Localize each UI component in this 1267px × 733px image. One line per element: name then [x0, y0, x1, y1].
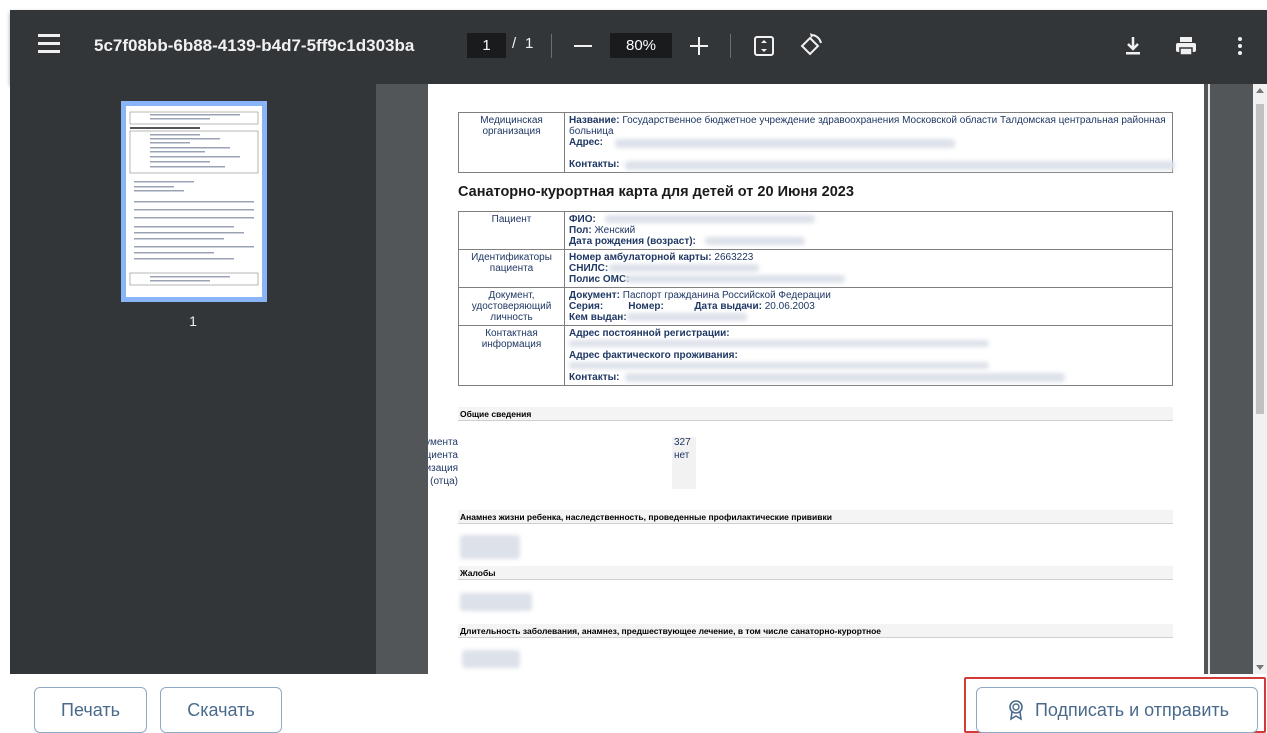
general-info-value: 327	[672, 437, 696, 450]
patient-table: Пациент ФИО: Пол: Женский Дата рождения …	[458, 211, 1173, 386]
redacted	[460, 593, 532, 611]
zoom-input[interactable]: 80%	[610, 33, 672, 58]
amb-card-value: 2663223	[714, 252, 754, 263]
number-key: Номер:	[628, 301, 664, 312]
vertical-scrollbar[interactable]	[1253, 84, 1267, 674]
general-info-label: Образовательная организация	[428, 463, 458, 474]
fact-addr-key: Адрес фактического проживания:	[569, 350, 738, 361]
redacted	[625, 275, 845, 283]
contacts-key: Контакты:	[569, 372, 620, 383]
print-button[interactable]: Печать	[34, 687, 147, 733]
general-info-value	[672, 476, 696, 489]
redacted	[627, 313, 747, 321]
menu-icon[interactable]	[38, 34, 60, 54]
toolbar-divider	[551, 34, 552, 58]
section-complaints: Жалобы	[458, 566, 1173, 580]
redacted	[462, 650, 520, 668]
org-name-key: Название:	[569, 115, 620, 126]
download-icon[interactable]	[1122, 34, 1144, 58]
thumbnail-page-number: 1	[189, 313, 197, 329]
sex-value: Женский	[594, 225, 636, 236]
fit-page-icon[interactable]	[752, 34, 776, 58]
plus-icon[interactable]	[686, 34, 712, 58]
issue-date-value: 20.06.2003	[764, 301, 815, 312]
redacted	[615, 139, 955, 148]
oms-key: Полис ОМС:	[569, 274, 630, 285]
scroll-down-arrow[interactable]	[1256, 665, 1264, 670]
section-anamnesis: Анамнез жизни ребенка, наследственность,…	[458, 510, 1173, 524]
scrollbar-thumb[interactable]	[1256, 104, 1264, 414]
org-info: Название: Государственное бюджетное учре…	[564, 112, 1175, 173]
redacted	[705, 237, 805, 245]
page-separator: /	[512, 35, 517, 52]
pdf-toolbar: 5c7f08bb-6b88-4139-b4d7-5ff9c1d303ba 1 /…	[10, 10, 1267, 84]
current-page-input[interactable]: 1	[467, 33, 506, 58]
total-pages: 1	[525, 35, 534, 52]
redacted	[625, 373, 1065, 382]
amb-card-key: Номер амбулаторной карты:	[569, 252, 712, 263]
fio-key: ФИО:	[569, 214, 596, 225]
redacted	[460, 535, 520, 559]
scroll-up-arrow[interactable]	[1256, 88, 1264, 93]
patient-label: Пациент	[458, 211, 565, 250]
sign-and-send-button[interactable]: Подписать и отправить	[976, 687, 1258, 733]
document-page: Медицинская организация Название: Госуда…	[428, 84, 1204, 674]
issued-by-key: Кем выдан:	[569, 312, 627, 323]
snils-key: СНИЛС:	[569, 263, 609, 274]
org-contacts-key: Контакты:	[569, 159, 620, 170]
section-duration: Длительность заболевания, анамнез, предш…	[458, 624, 1173, 638]
doc-label: Документ, удостоверяющий личность	[458, 287, 565, 326]
org-label: Медицинская организация	[458, 112, 565, 173]
rotate-icon[interactable]	[796, 32, 824, 60]
sign-certificate-icon	[1009, 700, 1023, 721]
download-button[interactable]: Скачать	[160, 687, 282, 733]
issue-date-key: Дата выдачи:	[694, 301, 762, 312]
sex-key: Пол:	[569, 225, 592, 236]
thumbnail-preview	[129, 111, 259, 286]
minus-icon[interactable]	[570, 34, 596, 58]
general-info-value: нет	[672, 450, 696, 463]
thumbnail-sidebar: 1	[10, 84, 376, 674]
page-thumbnail[interactable]	[121, 101, 267, 302]
dob-key: Дата рождения (возраст):	[569, 236, 696, 247]
file-name: 5c7f08bb-6b88-4139-b4d7-5ff9c1d303ba	[94, 36, 415, 55]
toolbar-divider	[730, 34, 731, 58]
patient-info: ФИО: Пол: Женский Дата рождения (возраст…	[564, 211, 1173, 250]
contact-info: Адрес постоянной регистрации: Адрес факт…	[564, 325, 1173, 386]
redacted	[569, 340, 989, 347]
org-address-key: Адрес:	[569, 137, 603, 148]
org-name-value: Государственное бюджетное учреждение здр…	[569, 115, 1166, 137]
redacted	[605, 215, 815, 223]
ids-info: Номер амбулаторной карты: 2663223 СНИЛС:…	[564, 249, 1173, 288]
section-general: Общие сведения	[458, 407, 1173, 421]
general-info-value	[672, 463, 696, 476]
doc-value: Паспорт гражданина Российской Федерации	[622, 290, 831, 301]
general-info-label: Необходимость сопровождения пациента	[428, 450, 458, 461]
series-key: Серия:	[569, 301, 604, 312]
more-vert-icon[interactable]	[1234, 34, 1246, 58]
doc-key: Документ:	[569, 290, 621, 301]
organization-table: Медицинская организация Название: Госуда…	[458, 112, 1175, 173]
general-info-label: Место работы матери (отца)	[428, 476, 458, 487]
sign-and-send-label: Подписать и отправить	[1034, 699, 1230, 720]
contact-label: Контактная информация	[458, 325, 565, 386]
redacted	[625, 161, 1175, 170]
redacted	[609, 264, 759, 272]
general-info-label: Номер документа	[428, 437, 458, 448]
reg-addr-key: Адрес постоянной регистрации:	[569, 328, 730, 339]
print-icon[interactable]	[1173, 34, 1199, 58]
document-heading: Санаторно-курортная карта для детей от 2…	[458, 184, 854, 200]
page-edge	[1208, 84, 1210, 674]
ids-label: Идентификаторы пациента	[458, 249, 565, 288]
redacted	[569, 362, 989, 369]
doc-info: Документ: Паспорт гражданина Российской …	[564, 287, 1173, 326]
